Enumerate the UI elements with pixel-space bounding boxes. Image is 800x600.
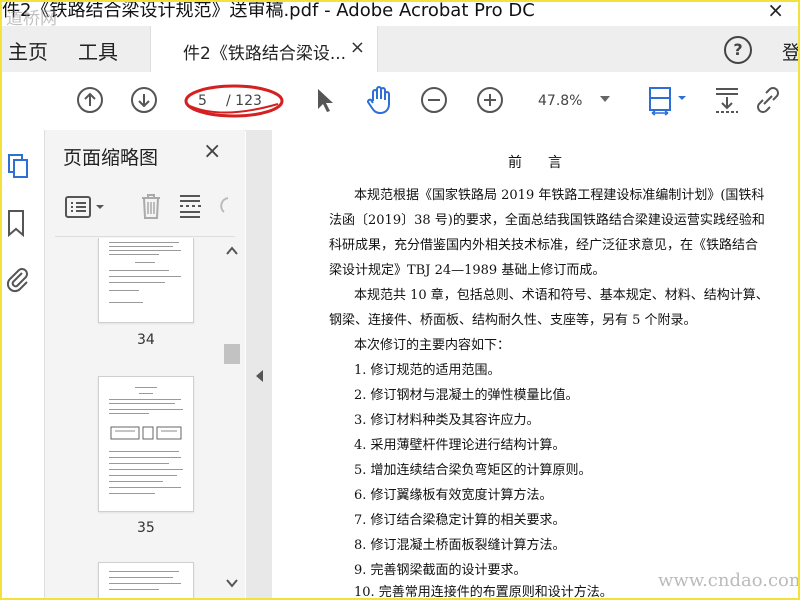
collapse-panel-icon[interactable] bbox=[256, 370, 263, 382]
document-line: 1. 修订规范的适用范围。 bbox=[354, 363, 501, 378]
site-watermark: www.cndao.com bbox=[658, 570, 800, 591]
page-thumbnail-36[interactable] bbox=[98, 562, 194, 598]
scrollbar-thumb[interactable] bbox=[224, 344, 240, 364]
page-thumbnail-35[interactable] bbox=[98, 376, 194, 512]
zoom-dropdown-icon[interactable] bbox=[600, 96, 610, 102]
title-bar: 件2《铁路结合梁设计规范》送审稿.pdf - Adobe Acrobat Pro… bbox=[2, 0, 798, 29]
attachments-icon[interactable] bbox=[4, 264, 30, 294]
left-rail bbox=[2, 130, 45, 598]
link-icon[interactable] bbox=[752, 84, 786, 116]
delete-page-icon[interactable] bbox=[136, 190, 166, 222]
select-cursor-icon[interactable] bbox=[314, 86, 336, 114]
thumbnail-options-icon[interactable] bbox=[62, 192, 108, 222]
page-thumbnails-icon[interactable] bbox=[6, 152, 30, 180]
document-view[interactable]: 前言 本规范根据《国家铁路局 2019 年铁路工程建设标准编制计划》(国铁科 法… bbox=[272, 130, 798, 598]
hand-tool-icon[interactable] bbox=[364, 84, 396, 116]
insert-page-icon[interactable] bbox=[176, 190, 206, 222]
document-heading: 前言 bbox=[508, 155, 588, 171]
document-line: 9. 完善钢梁截面的设计要求。 bbox=[354, 563, 527, 578]
document-line: 2. 修订钢材与混凝土的弹性模量比值。 bbox=[354, 388, 579, 403]
document-line: 本次修订的主要内容如下： bbox=[354, 338, 511, 353]
fit-page-icon[interactable] bbox=[646, 84, 690, 116]
scroll-down-icon[interactable] bbox=[226, 578, 238, 588]
thumbnail-label-35: 35 bbox=[137, 520, 155, 536]
document-line: 法函〔2019〕38 号)的要求，全面总结我国铁路结合梁建设运营实践经验和 bbox=[329, 213, 765, 228]
document-line: 4. 采用薄壁杆件理论进行结构计算。 bbox=[354, 438, 566, 453]
page-thumbnail-34[interactable] bbox=[98, 238, 194, 323]
app-window: 件2《铁路结合梁设计规范》送审稿.pdf - Adobe Acrobat Pro… bbox=[0, 0, 800, 600]
document-line: 本规范根据《国家铁路局 2019 年铁路工程建设标准编制计划》(国铁科 bbox=[354, 188, 765, 203]
document-line: 本规范共 10 章，包括总则、术语和符号、基本规定、材料、结构计算、 bbox=[354, 288, 769, 303]
tab-tools[interactable]: 工具 bbox=[78, 36, 118, 65]
rotate-page-icon[interactable] bbox=[216, 190, 230, 222]
document-line: 3. 修订材料种类及其容许应力。 bbox=[354, 413, 540, 428]
help-icon[interactable]: ? bbox=[724, 36, 752, 64]
window-title: 件2《铁路结合梁设计规范》送审稿.pdf - Adobe Acrobat Pro… bbox=[2, 0, 535, 21]
zoom-out-icon[interactable] bbox=[420, 86, 448, 114]
tab-home[interactable]: 主页 bbox=[8, 36, 48, 65]
document-line: 钢梁、连接件、桥面板、结构耐久性、支座等，另有 5 个附录。 bbox=[329, 313, 697, 328]
document-line: 6. 修订翼缘板有效宽度计算方法。 bbox=[354, 488, 553, 503]
tab-bar: 主页 工具 件2《铁路结合梁设... × ? 登 bbox=[2, 26, 798, 72]
bookmarks-icon[interactable] bbox=[6, 208, 26, 238]
document-line: 科研成果，充分借鉴国内外相关技术标准，经广泛征求意见，在《铁路结合 bbox=[329, 238, 759, 253]
window-close-button[interactable]: × bbox=[767, 2, 784, 22]
panel-splitter[interactable] bbox=[246, 130, 272, 598]
tab-close-icon[interactable]: × bbox=[350, 37, 365, 58]
previous-page-icon[interactable] bbox=[76, 86, 104, 114]
document-line: 梁设计规定》TBJ 24—1989 基础上修订而成。 bbox=[329, 263, 606, 278]
document-line: 10. 完善常用连接件的布置原则和设计方法。 bbox=[354, 585, 613, 600]
red-highlight-ellipse bbox=[184, 84, 284, 118]
zoom-in-icon[interactable] bbox=[476, 86, 504, 114]
panel-title: 页面缩略图 bbox=[63, 147, 159, 169]
scroll-up-icon[interactable] bbox=[226, 246, 238, 256]
scroll-mode-icon[interactable] bbox=[712, 84, 742, 116]
thumbnail-scrollbar[interactable] bbox=[222, 238, 242, 598]
tab-document[interactable]: 件2《铁路结合梁设... × bbox=[150, 26, 378, 72]
tab-document-label: 件2《铁路结合梁设... bbox=[183, 44, 347, 64]
document-line: 5. 增加连续结合梁负弯矩区的计算原则。 bbox=[354, 463, 592, 478]
panel-divider bbox=[55, 236, 235, 237]
document-line: 8. 修订混凝土桥面板裂缝计算方法。 bbox=[354, 538, 566, 553]
panel-close-icon[interactable]: × bbox=[203, 139, 221, 164]
document-line: 7. 修订结合梁稳定计算的相关要求。 bbox=[354, 513, 566, 528]
next-page-icon[interactable] bbox=[130, 86, 158, 114]
zoom-level[interactable]: 47.8% bbox=[538, 93, 582, 109]
sign-in-button[interactable]: 登 bbox=[782, 38, 798, 65]
thumbnail-label-34: 34 bbox=[137, 332, 155, 348]
